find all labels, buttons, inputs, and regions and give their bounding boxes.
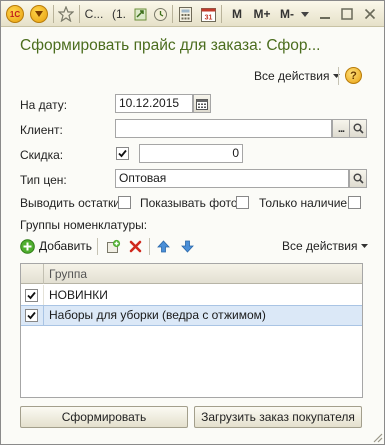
dropdown-arrow-icon: [333, 74, 341, 78]
show-photo-label: Показывать фото:: [140, 196, 241, 210]
calculator-icon[interactable]: [176, 4, 194, 24]
generate-button[interactable]: Сформировать: [20, 406, 188, 428]
form-window: 1С С... (1. 31 M M+ M- Сформировать прай…: [0, 0, 385, 445]
move-down-button[interactable]: [178, 237, 196, 255]
help-icon[interactable]: ?: [345, 67, 362, 84]
all-actions-label: Все действия: [254, 69, 330, 83]
price-type-search-button[interactable]: [349, 169, 367, 188]
arrow-down-icon: [180, 240, 194, 253]
load-customer-order-button[interactable]: Загрузить заказ покупателя: [194, 406, 362, 428]
add-group-label: Добавить: [39, 239, 93, 253]
app-logo-icon[interactable]: 1С: [4, 4, 26, 24]
all-actions-menu[interactable]: Все действия: [254, 67, 341, 85]
favorites-star-icon[interactable]: [56, 4, 76, 24]
groups-all-actions-menu[interactable]: Все действия: [282, 237, 369, 255]
delete-icon: [129, 240, 141, 252]
discount-label: Скидка:: [20, 148, 64, 162]
only-available-checkbox[interactable]: [348, 196, 361, 209]
resize-grip-icon[interactable]: [372, 432, 383, 443]
window-short-title-text: С...: [84, 7, 104, 21]
move-up-button[interactable]: [154, 237, 172, 255]
checkmark-icon: [118, 149, 127, 158]
client-label: Клиент:: [20, 123, 63, 137]
show-stock-label: Выводить остатки:: [20, 196, 124, 210]
show-photo-checkbox[interactable]: [236, 196, 249, 209]
client-search-button[interactable]: [349, 119, 367, 138]
groups-section-label: Группы номенклатуры:: [20, 218, 148, 232]
svg-text:31: 31: [204, 14, 212, 21]
date-label: На дату:: [20, 98, 68, 112]
row-group-name: НОВИНКИ: [49, 288, 108, 302]
calendar-picker-icon: [196, 98, 208, 110]
checkmark-icon: [27, 291, 36, 300]
discount-input[interactable]: 0: [139, 144, 243, 163]
discount-checkbox[interactable]: [116, 147, 129, 160]
history-icon[interactable]: [151, 4, 169, 24]
show-stock-checkbox[interactable]: [118, 196, 131, 209]
client-input[interactable]: [115, 119, 332, 138]
delete-group-button[interactable]: [126, 237, 144, 255]
toolbar-dropdown-icon[interactable]: [299, 4, 311, 24]
memory-plus-label: M+: [253, 7, 271, 21]
checkmark-icon: [27, 311, 36, 320]
client-select-button[interactable]: ...: [332, 119, 350, 138]
window-counter[interactable]: (1.: [108, 4, 130, 24]
memory-m-label: M: [232, 7, 242, 21]
memory-minus-label: M-: [280, 7, 294, 21]
window-counter-text: (1.: [111, 7, 126, 21]
copy-group-button[interactable]: [104, 237, 122, 255]
search-icon: [353, 123, 364, 134]
window-short-title[interactable]: С...: [83, 4, 105, 24]
memory-plus-button[interactable]: M+: [251, 4, 273, 24]
close-icon[interactable]: [360, 4, 380, 24]
search-icon: [353, 173, 364, 184]
only-available-label: Только наличие:: [259, 196, 351, 210]
add-icon: [20, 238, 35, 254]
row-checkbox[interactable]: [25, 289, 38, 302]
dropdown-arrow-icon: [361, 244, 369, 248]
copy-icon: [106, 239, 120, 253]
table-row-selected[interactable]: Наборы для уборки (ведра с отжимом): [21, 305, 362, 326]
maximize-icon[interactable]: [337, 4, 357, 24]
groups-table: Группа НОВИНКИ Наборы для уборки (ведра …: [20, 263, 363, 398]
date-input[interactable]: 10.12.2015: [115, 94, 193, 113]
client-select-label: ...: [337, 122, 345, 135]
main-menu-icon[interactable]: [28, 4, 50, 24]
date-picker-button[interactable]: [193, 94, 211, 113]
memory-minus-button[interactable]: M-: [277, 4, 297, 24]
table-row[interactable]: НОВИНКИ: [21, 285, 362, 305]
row-group-name: Наборы для уборки (ведра с отжимом): [49, 308, 266, 322]
memory-m-button[interactable]: M: [230, 4, 244, 24]
table-header: Группа: [21, 264, 362, 284]
add-group-button[interactable]: Добавить: [20, 237, 92, 255]
row-checkbox[interactable]: [25, 309, 38, 322]
help-label: ?: [350, 69, 357, 82]
calendar-icon[interactable]: 31: [199, 4, 217, 24]
arrow-up-icon: [156, 239, 170, 252]
groups-all-actions-label: Все действия: [282, 239, 358, 253]
column-header-group[interactable]: Группа: [49, 267, 87, 281]
price-type-label: Тип цен:: [20, 173, 67, 187]
minimize-icon[interactable]: [315, 4, 335, 24]
price-type-input[interactable]: Оптовая: [115, 169, 349, 188]
link-icon[interactable]: [131, 4, 149, 24]
form-title: Сформировать прайс для заказа: Сфор...: [20, 37, 321, 54]
top-toolbar: 1С С... (1. 31 M M+ M-: [1, 1, 384, 27]
